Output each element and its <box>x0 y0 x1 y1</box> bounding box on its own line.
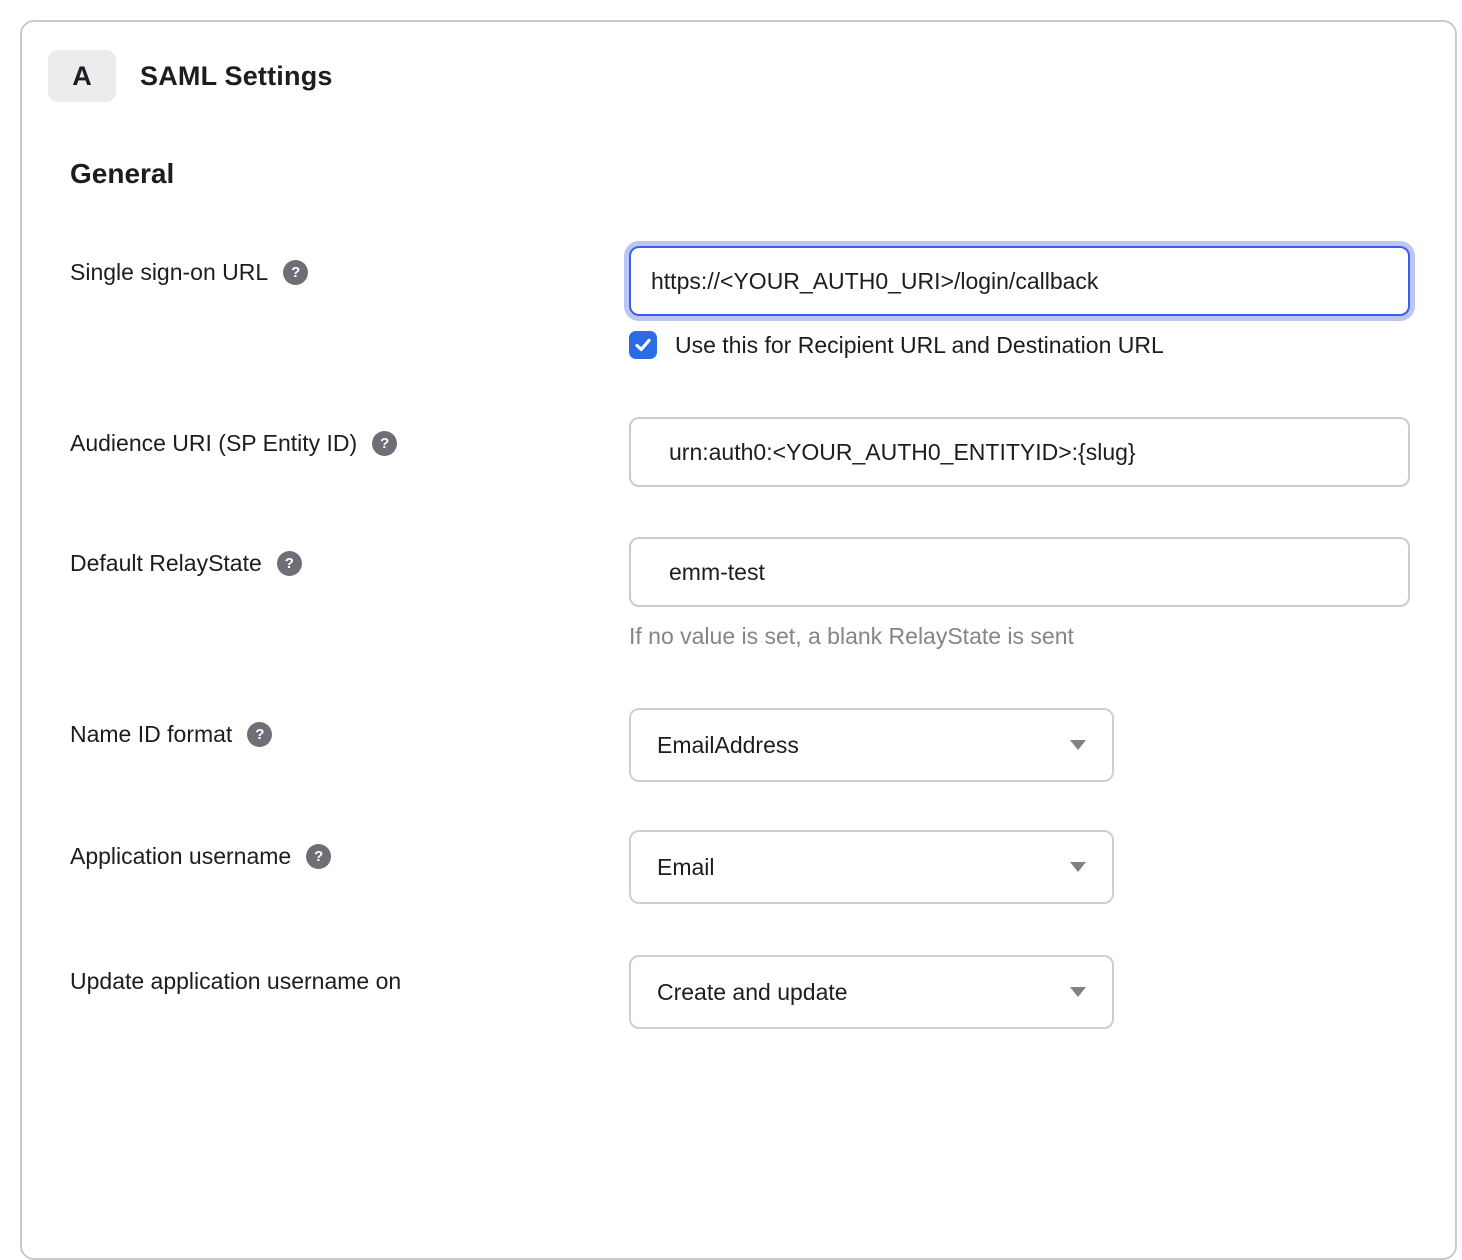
audience-uri-label-col: Audience URI (SP Entity ID) ? <box>70 417 629 487</box>
card-header: A SAML Settings <box>48 50 1455 102</box>
app-username-selected-value: Email <box>657 854 715 881</box>
relay-state-helper-text: If no value is set, a blank RelayState i… <box>629 623 1455 650</box>
sso-url-input[interactable] <box>629 246 1410 316</box>
section-heading-general: General <box>70 158 1455 190</box>
recipient-url-checkbox-label: Use this for Recipient URL and Destinati… <box>675 332 1164 359</box>
name-id-format-label: Name ID format <box>70 720 232 748</box>
field-row-update-username-on: Update application username on Create an… <box>70 955 1455 1029</box>
field-row-relay-state: Default RelayState ? If no value is set,… <box>70 537 1455 650</box>
sso-url-label: Single sign-on URL <box>70 258 268 286</box>
relay-state-label-col: Default RelayState ? <box>70 537 629 650</box>
help-icon[interactable]: ? <box>306 844 331 869</box>
chevron-down-icon <box>1070 740 1086 750</box>
update-username-on-selected-value: Create and update <box>657 979 848 1006</box>
relay-state-input[interactable] <box>629 537 1410 607</box>
update-username-on-control-col: Create and update <box>629 955 1455 1029</box>
update-username-on-label-col: Update application username on <box>70 955 629 1029</box>
saml-general-form: Single sign-on URL ? Use this for Recipi… <box>70 246 1455 1029</box>
sso-url-control-col: Use this for Recipient URL and Destinati… <box>629 246 1455 359</box>
audience-uri-label: Audience URI (SP Entity ID) <box>70 429 357 457</box>
field-row-name-id-format: Name ID format ? EmailAddress <box>70 708 1455 782</box>
sso-url-label-col: Single sign-on URL ? <box>70 246 629 359</box>
help-icon[interactable]: ? <box>283 260 308 285</box>
page-title: SAML Settings <box>140 61 333 92</box>
field-row-audience-uri: Audience URI (SP Entity ID) ? <box>70 417 1455 487</box>
step-badge: A <box>48 50 116 102</box>
app-username-label-col: Application username ? <box>70 830 629 904</box>
checkbox-checked-icon[interactable] <box>629 331 657 359</box>
field-row-app-username: Application username ? Email <box>70 830 1455 904</box>
name-id-format-selected-value: EmailAddress <box>657 732 799 759</box>
app-username-label: Application username <box>70 842 291 870</box>
update-username-on-label: Update application username on <box>70 967 401 995</box>
audience-uri-input[interactable] <box>629 417 1410 487</box>
field-row-sso-url: Single sign-on URL ? Use this for Recipi… <box>70 246 1455 359</box>
relay-state-label: Default RelayState <box>70 549 262 577</box>
chevron-down-icon <box>1070 987 1086 997</box>
app-username-select[interactable]: Email <box>629 830 1114 904</box>
help-icon[interactable]: ? <box>372 431 397 456</box>
name-id-format-label-col: Name ID format ? <box>70 708 629 782</box>
update-username-on-select[interactable]: Create and update <box>629 955 1114 1029</box>
name-id-format-select[interactable]: EmailAddress <box>629 708 1114 782</box>
saml-settings-card: A SAML Settings General Single sign-on U… <box>20 20 1457 1260</box>
recipient-url-checkbox-row[interactable]: Use this for Recipient URL and Destinati… <box>629 331 1455 359</box>
help-icon[interactable]: ? <box>277 551 302 576</box>
name-id-format-control-col: EmailAddress <box>629 708 1455 782</box>
audience-uri-control-col <box>629 417 1455 487</box>
relay-state-control-col: If no value is set, a blank RelayState i… <box>629 537 1455 650</box>
chevron-down-icon <box>1070 862 1086 872</box>
app-username-control-col: Email <box>629 830 1455 904</box>
help-icon[interactable]: ? <box>247 722 272 747</box>
